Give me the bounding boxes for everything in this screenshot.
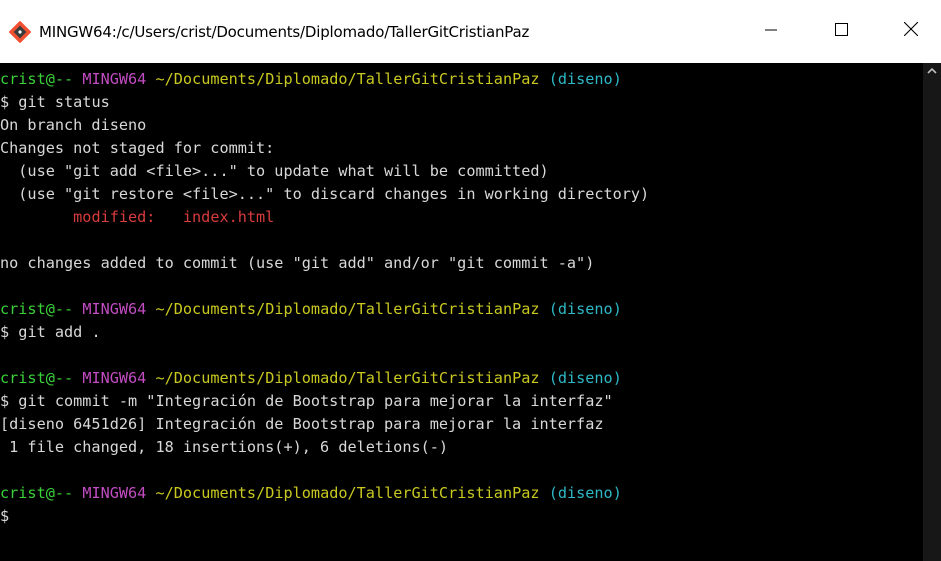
output-line: On branch diseno xyxy=(0,116,147,134)
command-text: git status xyxy=(9,93,110,111)
command-line: $ git status xyxy=(0,91,922,114)
terminal-output[interactable]: crist@-- MINGW64 ~/Documents/Diplomado/T… xyxy=(0,68,922,561)
prompt-path: ~/Documents/Diplomado/TallerGitCristianP… xyxy=(155,369,540,387)
maximize-button[interactable] xyxy=(811,0,871,63)
modified-status: modified: xyxy=(73,208,156,226)
chevron-up-icon xyxy=(927,61,937,79)
prompt-user: crist@-- xyxy=(0,300,74,318)
prompt-line: crist@-- MINGW64 ~/Documents/Diplomado/T… xyxy=(0,482,922,505)
prompt-branch: (diseno) xyxy=(548,70,622,88)
output-line: Changes not staged for commit: xyxy=(0,139,275,157)
prompt-path: ~/Documents/Diplomado/TallerGitCristianP… xyxy=(155,484,540,502)
output-line: 1 file changed, 18 insertions(+), 6 dele… xyxy=(0,438,449,456)
prompt-user: crist@-- xyxy=(0,70,74,88)
command-text: git add . xyxy=(9,323,101,341)
output-line: modified: index.html xyxy=(0,206,922,229)
prompt-symbol: $ xyxy=(0,507,10,525)
command-line: $ git add . xyxy=(0,321,922,344)
scroll-up-button[interactable] xyxy=(923,63,941,77)
prompt-branch: (diseno) xyxy=(548,300,622,318)
prompt-path: ~/Documents/Diplomado/TallerGitCristianP… xyxy=(155,300,540,318)
prompt-branch: (diseno) xyxy=(548,484,622,502)
title-bar[interactable]: MINGW64:/c/Users/crist/Documents/Diploma… xyxy=(0,0,941,63)
command-line[interactable]: $ xyxy=(0,505,922,528)
modified-file: index.html xyxy=(182,208,275,226)
prompt-branch: (diseno) xyxy=(548,369,622,387)
git-bash-icon xyxy=(8,20,32,43)
output-line: (use "git restore <file>..." to discard … xyxy=(0,185,650,203)
minimize-icon xyxy=(765,23,777,41)
prompt-user: crist@-- xyxy=(0,369,74,387)
close-icon xyxy=(903,21,919,41)
prompt-line: crist@-- MINGW64 ~/Documents/Diplomado/T… xyxy=(0,367,922,390)
prompt-symbol: $ xyxy=(0,323,10,341)
terminal-window: MINGW64:/c/Users/crist/Documents/Diploma… xyxy=(0,0,941,561)
prompt-system: MINGW64 xyxy=(82,70,147,88)
output-line: [diseno 6451d26] Integración de Bootstra… xyxy=(0,415,604,433)
prompt-system: MINGW64 xyxy=(82,369,147,387)
prompt-system: MINGW64 xyxy=(82,484,147,502)
prompt-system: MINGW64 xyxy=(82,300,147,318)
window-title: MINGW64:/c/Users/crist/Documents/Diploma… xyxy=(39,22,530,41)
minimize-button[interactable] xyxy=(741,0,801,63)
command-text: git commit -m "Integración de Bootstrap … xyxy=(9,392,613,410)
maximize-icon xyxy=(834,22,848,41)
prompt-line: crist@-- MINGW64 ~/Documents/Diplomado/T… xyxy=(0,68,922,91)
prompt-symbol: $ xyxy=(0,93,10,111)
prompt-symbol: $ xyxy=(0,392,10,410)
command-line: $ git commit -m "Integración de Bootstra… xyxy=(0,390,922,413)
output-line: no changes added to commit (use "git add… xyxy=(0,254,595,272)
prompt-line: crist@-- MINGW64 ~/Documents/Diplomado/T… xyxy=(0,298,922,321)
output-line: (use "git add <file>..." to update what … xyxy=(0,162,549,180)
prompt-path: ~/Documents/Diplomado/TallerGitCristianP… xyxy=(155,70,540,88)
close-button[interactable] xyxy=(881,0,941,63)
prompt-user: crist@-- xyxy=(0,484,74,502)
vertical-scrollbar[interactable] xyxy=(923,63,941,561)
